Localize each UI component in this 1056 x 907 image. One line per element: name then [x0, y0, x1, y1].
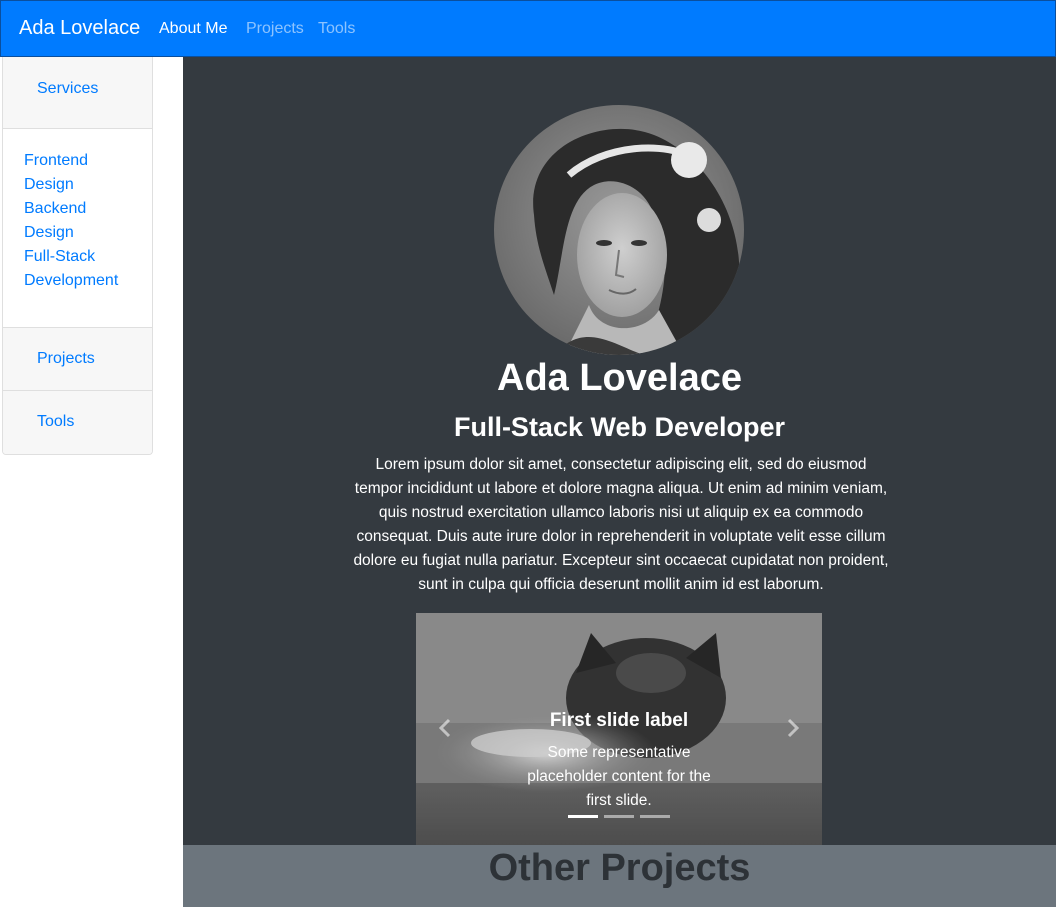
sidebar-section-tools: Tools	[3, 391, 152, 454]
sidebar-item-services[interactable]: Services	[37, 80, 98, 98]
service-link-full-stack[interactable]: Full-Stack	[24, 245, 95, 269]
profile-portrait	[494, 105, 744, 355]
sidebar: Services Frontend Design Backend Design …	[2, 57, 153, 455]
service-link-frontend-design[interactable]: Design	[24, 173, 74, 197]
carousel-indicator-2[interactable]	[604, 815, 634, 818]
top-navbar: Ada Lovelace About Me Projects Tools	[0, 0, 1056, 57]
service-link-backend[interactable]: Backend	[24, 197, 86, 221]
carousel-caption-text: Some representative placeholder content …	[527, 744, 711, 809]
sidebar-item-tools[interactable]: Tools	[37, 413, 74, 431]
profile-bio: Lorem ipsum dolor sit amet, consectetur …	[353, 456, 889, 593]
sidebar-section-services: Services	[3, 57, 152, 129]
other-projects-heading: Other Projects	[488, 847, 751, 889]
nav-link-tools[interactable]: Tools	[318, 20, 355, 38]
profile-name: Ada Lovelace	[497, 357, 742, 399]
service-link-frontend[interactable]: Frontend	[24, 149, 88, 173]
navbar-brand[interactable]: Ada Lovelace	[19, 17, 140, 40]
carousel-caption-title: First slide label	[549, 710, 689, 731]
project-carousel: First slide label Some representative pl…	[416, 613, 822, 845]
carousel-indicator-1[interactable]	[568, 815, 598, 818]
carousel-indicator-3[interactable]	[640, 815, 670, 818]
profile-role: Full-Stack Web Developer	[453, 412, 786, 442]
sidebar-item-projects[interactable]: Projects	[37, 350, 95, 368]
other-projects-section: Other Projects	[183, 845, 1056, 907]
sidebar-section-projects: Projects	[3, 328, 152, 391]
about-section: Ada Lovelace Full-Stack Web Developer Lo…	[183, 57, 1056, 845]
service-link-development[interactable]: Development	[24, 269, 118, 293]
nav-link-projects[interactable]: Projects	[246, 20, 304, 38]
service-link-backend-design[interactable]: Design	[24, 221, 74, 245]
services-list: Frontend Design Backend Design Full-Stac…	[3, 129, 152, 328]
nav-link-about-me[interactable]: About Me	[159, 20, 227, 38]
